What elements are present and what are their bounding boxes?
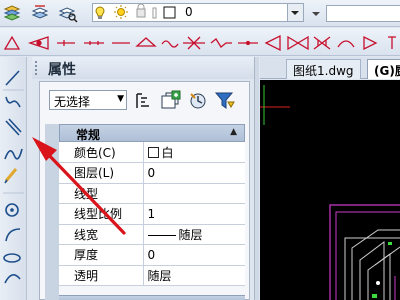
arc-tool-icon[interactable] xyxy=(5,228,21,242)
collapse-caret-icon[interactable]: ▲ xyxy=(230,127,237,137)
property-label: 线型比例 xyxy=(59,203,144,225)
property-value[interactable] xyxy=(143,183,245,204)
property-row[interactable]: 厚度 0 xyxy=(59,244,245,266)
layer-previous-icon[interactable] xyxy=(306,4,322,24)
drawing-geometry xyxy=(260,85,400,300)
property-row[interactable]: 线型比例 1 xyxy=(59,203,245,225)
tool-peak-icon[interactable] xyxy=(135,37,157,47)
spline-tool-icon[interactable] xyxy=(4,148,23,160)
selection-dropdown[interactable]: 无选择 ▼ xyxy=(49,90,127,110)
color-swatch xyxy=(147,146,159,158)
property-value[interactable]: 1 xyxy=(143,203,245,225)
quick-select-icon[interactable] xyxy=(187,90,209,112)
section-general-header[interactable]: 常规 ▲ xyxy=(59,124,245,142)
section-general-label: 常规 xyxy=(76,128,101,142)
property-value[interactable]: 0 xyxy=(143,244,245,266)
tab-drawing-1[interactable]: 图纸1.dwg xyxy=(286,59,361,79)
tool-flag-icon[interactable] xyxy=(363,35,378,51)
tool-triangle-left-icon[interactable] xyxy=(27,36,49,50)
properties-panel: 属性 无选择 ▼ 常规 ▲ 颜色(C) 白 图层(L) 0 线型 线型比例 1 … xyxy=(32,57,254,300)
panel-splitter[interactable] xyxy=(254,57,259,300)
property-row[interactable]: 线宽 随层 xyxy=(59,224,245,245)
layer-dropdown[interactable]: 0 xyxy=(92,3,304,22)
tool-arrow-left-icon[interactable] xyxy=(264,34,281,52)
layer-states-icon[interactable] xyxy=(30,3,50,23)
property-row[interactable]: 透明 随层 xyxy=(59,265,245,286)
line-tool-icon[interactable] xyxy=(5,70,20,86)
property-label: 线型 xyxy=(59,183,144,204)
tool-zigzag-icon[interactable] xyxy=(210,38,232,48)
lineweight-value-text: 随层 xyxy=(178,227,203,242)
tool-wave-icon[interactable] xyxy=(161,40,179,48)
left-draw-toolbar xyxy=(0,57,27,300)
circle-tool-icon[interactable] xyxy=(5,203,19,217)
selection-value: 无选择 xyxy=(54,95,91,109)
polyline-tool-icon[interactable] xyxy=(5,96,21,108)
color-dropdown[interactable] xyxy=(326,5,400,22)
color-value-text: 白 xyxy=(161,145,174,160)
layer-current-value: 0 xyxy=(185,5,193,19)
property-gutter xyxy=(45,124,59,300)
drawing-tabs: 图纸1.dwg (G)厨 xyxy=(260,57,400,79)
property-label: 厚度 xyxy=(59,244,144,266)
tool-line-icon[interactable] xyxy=(57,40,75,46)
properties-title-bar[interactable]: 属性 xyxy=(32,57,254,79)
tool-cross-icon[interactable] xyxy=(183,36,205,50)
chevron-down-icon: ▼ xyxy=(117,94,124,104)
select-objects-icon[interactable] xyxy=(159,90,181,112)
toggle-pickadd-icon[interactable] xyxy=(133,90,155,112)
layer-dropdown-arrow[interactable] xyxy=(287,4,303,21)
filter-icon[interactable] xyxy=(214,90,236,112)
tool-double-triangle-icon[interactable] xyxy=(313,36,331,50)
tab-drawing-2[interactable]: (G)厨 xyxy=(367,59,400,79)
next-section-header[interactable] xyxy=(59,295,245,300)
property-label: 颜色(C) xyxy=(59,142,144,163)
property-label: 透明 xyxy=(59,265,144,286)
tool-arc-icon[interactable] xyxy=(337,40,355,48)
property-value[interactable]: 随层 xyxy=(143,224,245,245)
property-value[interactable]: 0 xyxy=(143,162,245,184)
tool-triangle-up-icon[interactable] xyxy=(3,35,21,50)
properties-title: 属性 xyxy=(48,62,76,78)
property-row[interactable]: 图层(L) 0 xyxy=(59,162,245,184)
multiline-tool-icon[interactable] xyxy=(5,118,22,136)
ellipse-tool-icon[interactable] xyxy=(3,253,21,263)
tool-segment-icon[interactable] xyxy=(84,41,104,45)
property-label: 线宽 xyxy=(59,224,144,245)
drawing-canvas[interactable] xyxy=(260,80,400,300)
property-table: 颜色(C) 白 图层(L) 0 线型 线型比例 1 线宽 随层 厚度 0 透明 … xyxy=(59,142,245,286)
properties-body: 无选择 ▼ 常规 ▲ 颜色(C) 白 图层(L) 0 线型 线型比例 1 线宽 … xyxy=(39,81,250,300)
standard-toolbar: 0 xyxy=(0,0,400,27)
property-value[interactable]: 白 xyxy=(143,142,245,163)
panel-grip[interactable] xyxy=(35,61,39,75)
property-value[interactable]: 随层 xyxy=(143,265,245,286)
pencil-tool-icon[interactable] xyxy=(4,168,18,184)
layer-state-icons xyxy=(95,4,176,19)
property-row[interactable]: 颜色(C) 白 xyxy=(59,142,245,163)
property-row[interactable]: 线型 xyxy=(59,183,245,204)
tool-flat-icon[interactable] xyxy=(238,40,258,46)
lineweight-sample xyxy=(147,234,176,236)
layer-isolate-icon[interactable] xyxy=(58,3,78,23)
tool-bowtie-icon[interactable] xyxy=(287,35,309,51)
layer-manager-icon[interactable] xyxy=(2,3,22,23)
property-label: 图层(L) xyxy=(59,162,144,184)
draw-toolbar xyxy=(0,28,400,56)
ellipse-arc-tool-icon[interactable] xyxy=(4,274,21,284)
tool-bracket-icon[interactable] xyxy=(388,36,396,49)
